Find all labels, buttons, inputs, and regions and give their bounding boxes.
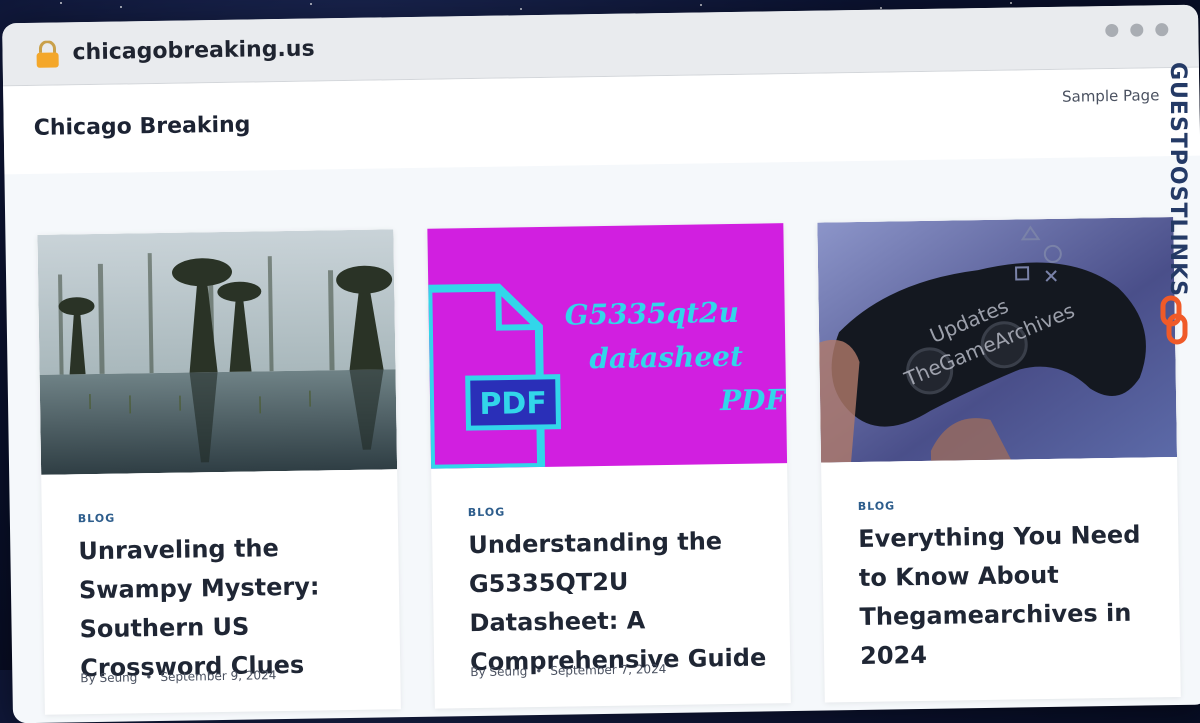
post-title[interactable]: Understanding the G5335QT2U Datasheet: A… <box>468 521 770 682</box>
thumb-line-3: PDF <box>719 383 787 417</box>
thumb-line-2: datasheet <box>589 340 743 375</box>
post-title[interactable]: Unraveling the Swampy Mystery: Southern … <box>78 528 380 689</box>
dot-icon <box>1105 24 1118 37</box>
thumb-pdf-badge: PDF <box>479 386 547 422</box>
post-date: September 9, 2024 <box>160 668 276 684</box>
post-card-1[interactable]: BLOG Unraveling the Swampy Mystery: Sout… <box>37 229 400 715</box>
post-thumbnail-swamp[interactable] <box>37 229 397 475</box>
swamp-image <box>37 229 397 475</box>
site-header: Chicago Breaking Sample Page <box>3 68 1200 175</box>
datasheet-image: PDF G5335qt2u datasheet PDF <box>427 223 787 469</box>
post-thumbnail-datasheet[interactable]: PDF G5335qt2u datasheet PDF <box>427 223 787 469</box>
dot-icon <box>1155 23 1168 36</box>
post-author[interactable]: By Seung <box>80 670 137 685</box>
post-thumbnail-controller[interactable]: Updates TheGameArchives <box>817 217 1177 463</box>
meta-separator-icon: • <box>145 670 152 684</box>
thumb-line-1: G5335qt2u <box>564 296 739 332</box>
post-category[interactable]: BLOG <box>468 506 506 520</box>
post-card-3[interactable]: Updates TheGameArchives BLOG Everything … <box>817 217 1180 703</box>
window-menu-dots[interactable] <box>1105 23 1168 37</box>
post-author[interactable]: By Seung <box>470 664 527 679</box>
nav-sample-page[interactable]: Sample Page <box>1062 86 1160 106</box>
post-category[interactable]: BLOG <box>78 512 116 526</box>
browser-window: chicagobreaking.us Chicago Breaking Samp… <box>2 5 1200 723</box>
dot-icon <box>1130 23 1143 36</box>
controller-image: Updates TheGameArchives <box>817 217 1177 463</box>
post-card-2[interactable]: PDF G5335qt2u datasheet PDF BLOG Underst… <box>427 223 790 709</box>
post-category[interactable]: BLOG <box>858 499 896 513</box>
url-text[interactable]: chicagobreaking.us <box>72 36 314 65</box>
meta-separator-icon: • <box>535 664 542 678</box>
site-title[interactable]: Chicago Breaking <box>34 113 251 141</box>
post-title[interactable]: Everything You Need to Know About Thegam… <box>858 515 1160 676</box>
lock-icon <box>34 40 60 68</box>
guestpostlinks-watermark: GUESTPOSTLINKS <box>1165 62 1190 297</box>
